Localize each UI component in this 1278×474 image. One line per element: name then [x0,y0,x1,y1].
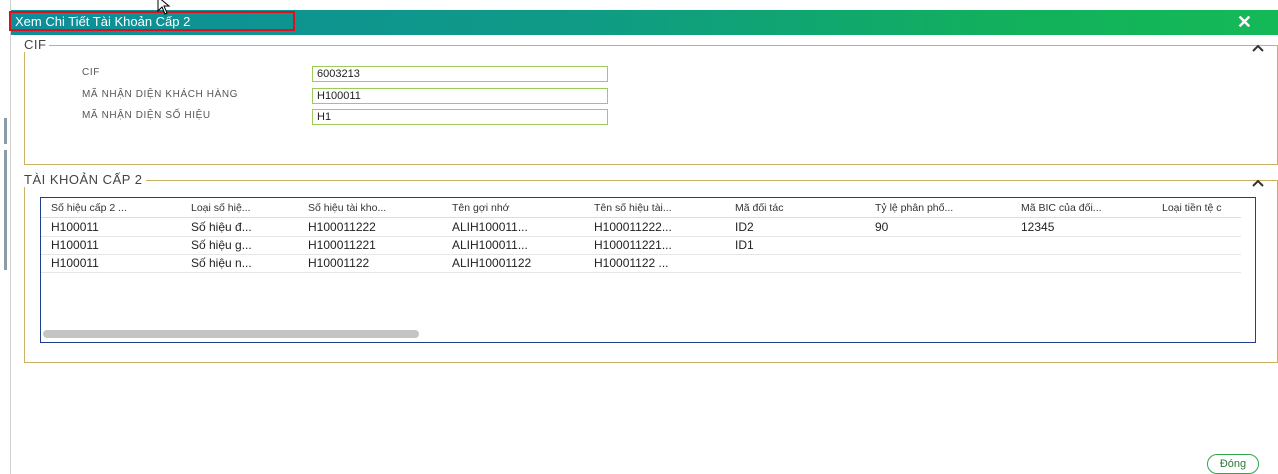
table-cell: H100011221... [594,238,672,252]
column-header[interactable]: Tên số hiệu tài... [594,202,724,214]
chevron-up-icon[interactable] [1251,178,1265,188]
table-cell: ID1 [735,238,754,252]
cif-section-legend: CIF [24,37,50,52]
chevron-up-icon[interactable] [1251,43,1265,53]
column-header[interactable]: Mã đối tác [735,202,855,214]
table-row[interactable]: H100011 Số hiệu g... H100011221 ALIH1000… [41,235,1241,255]
table-cell: ALIH100011... [452,238,528,252]
column-header[interactable]: Loại tiền tệ c [1162,202,1255,214]
customer-id-label: MÃ NHẬN DIỆN KHÁCH HÀNG [82,89,239,100]
number-id-field[interactable] [312,109,608,125]
table-cell: Số hiệu đ... [191,220,252,234]
dialog-title: Xem Chi Tiết Tài Khoản Cấp 2 [15,14,191,29]
column-header[interactable]: Số hiệu cấp 2 ... [51,202,181,214]
table-cell: H100011 [51,238,99,252]
close-icon[interactable]: ✕ [1237,12,1252,32]
table-cell: H100011 [51,256,99,270]
table-cell: Số hiệu g... [191,238,252,252]
table-cell: 90 [875,220,889,234]
table-cell: H10001122 [308,256,370,270]
dialog-titlebar: Xem Chi Tiết Tài Khoản Cấp 2 ✕ [9,10,1278,35]
table-cell: Số hiệu n... [191,256,252,270]
horizontal-scrollbar[interactable] [43,330,419,338]
table-cell: 12345 [1021,220,1055,234]
column-header[interactable]: Tỷ lệ phân phố... [875,202,1015,214]
table-row[interactable]: H100011 Số hiệu n... H10001122 ALIH10001… [41,253,1241,273]
cif-label: CIF [82,67,100,78]
number-id-label: MÃ NHẬN DIỆN SỐ HIỆU [82,110,211,121]
column-header[interactable]: Loại số hiệ... [191,202,301,214]
account-detail-dialog: Xem Chi Tiết Tài Khoản Cấp 2 ✕ CIF CIF M… [9,0,1278,474]
table-cell: H100011222... [594,220,672,234]
column-header[interactable]: Mã BIC của đối... [1021,202,1156,214]
table-row[interactable]: H100011 Số hiệu đ... H100011222 ALIH1000… [41,217,1241,237]
mouse-cursor-icon [157,0,171,15]
table-cell: ALIH100011... [452,220,528,234]
table-cell: H100011222 [308,220,376,234]
table-cell: ID2 [735,220,754,234]
cif-field[interactable] [312,66,608,82]
table-cell: H100011221 [308,238,376,252]
background-marker [4,118,7,144]
column-header[interactable]: Số hiệu tài kho... [308,202,443,214]
background-marker [4,150,7,270]
accounts-section-legend: TÀI KHOẢN CẤP 2 [24,172,146,187]
cif-section: CIF CIF MÃ NHẬN DIỆN KHÁCH HÀNG MÃ NHẬN … [24,37,1278,165]
column-header[interactable]: Tên gợi nhớ [452,202,582,214]
table-cell: H10001122 ... [594,256,669,270]
background-window-edge [0,0,11,474]
customer-id-field[interactable] [312,88,608,104]
grid-header: Số hiệu cấp 2 ... Loại số hiệ... Số hiệu… [41,198,1241,218]
table-cell: ALIH10001122 [452,256,532,270]
table-cell: H100011 [51,220,99,234]
close-button[interactable]: Đóng [1207,454,1259,474]
accounts-grid: Số hiệu cấp 2 ... Loại số hiệ... Số hiệu… [40,197,1256,343]
